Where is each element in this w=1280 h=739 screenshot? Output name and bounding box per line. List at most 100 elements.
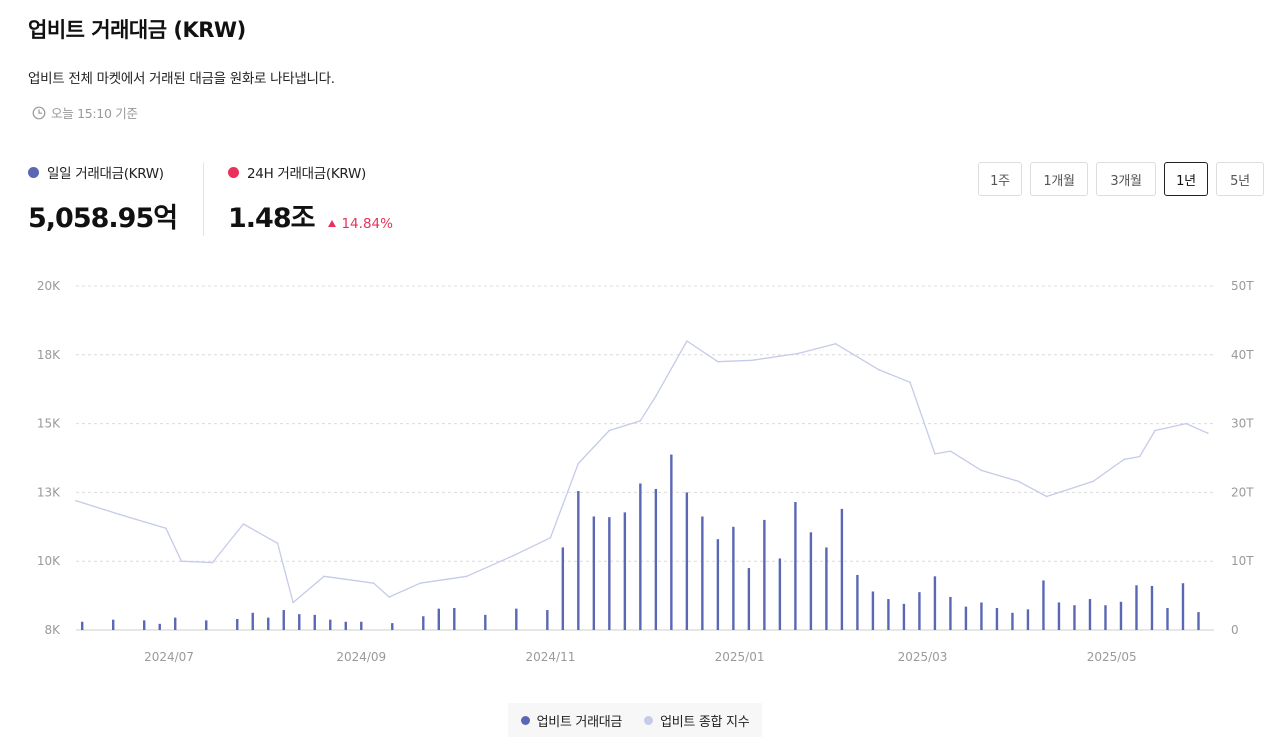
left-axis-tick-label: 13K — [37, 485, 61, 499]
legend-index-label: 업비트 종합 지수 — [660, 714, 750, 730]
volume-bar-3 — [158, 623, 161, 630]
clock-icon — [32, 106, 46, 119]
index-point-27 — [949, 450, 952, 452]
index-point-2 — [165, 527, 167, 529]
legend-index-dot — [644, 715, 654, 725]
x-axis-tick-label: 2025/01 — [715, 650, 765, 664]
index-point-31 — [1092, 480, 1094, 483]
volume-bar-53 — [1042, 580, 1045, 630]
x-axis-tick-label: 2024/07 — [144, 650, 194, 664]
index-point-26 — [934, 453, 936, 455]
index-point-13 — [512, 554, 515, 557]
volume-bar-41 — [856, 574, 859, 630]
index-point-20 — [717, 360, 719, 363]
page-title: 업비트 거래대금 (KRW) — [28, 18, 246, 42]
volume-bar-35 — [763, 519, 766, 630]
h24-volume-stat: 24H 거래대금(KRW) 1.48조 14.84% — [228, 162, 393, 235]
period-1y-button[interactable]: 1년 — [1164, 162, 1208, 196]
volume-bar-37 — [794, 502, 797, 630]
x-axis-tick-label: 2025/03 — [898, 650, 948, 664]
index-point-1 — [118, 513, 121, 516]
volume-bar-16 — [422, 616, 425, 630]
volume-bar-62 — [1181, 583, 1185, 630]
stat-divider — [203, 162, 204, 236]
volume-bar-1 — [112, 619, 115, 630]
index-point-10 — [388, 596, 390, 598]
volume-bar-5 — [205, 620, 208, 630]
left-axis-tick-label: 10K — [37, 554, 61, 568]
volume-bar-43 — [887, 599, 890, 630]
page-subtitle: 업비트 전체 마켓에서 거래된 대금을 원화로 나타냅니다. — [28, 71, 335, 87]
volume-bar-61 — [1166, 607, 1169, 630]
legend-item-index[interactable]: 업비트 종합 지수 — [644, 711, 750, 730]
volume-bar-60 — [1150, 585, 1154, 630]
volume-bar-23 — [577, 491, 580, 630]
index-point-7 — [292, 601, 294, 604]
index-series-line — [75, 340, 1209, 604]
right-axis-tick-label: 40T — [1231, 348, 1254, 362]
volume-bar-29 — [670, 454, 673, 630]
volume-bar-31 — [701, 516, 704, 630]
volume-bar-25 — [608, 517, 611, 630]
period-3m-button[interactable]: 3개월 — [1096, 162, 1156, 196]
index-point-25 — [909, 381, 911, 384]
up-triangle-icon — [328, 220, 337, 227]
volume-bar-51 — [1011, 612, 1014, 630]
h24-change-value: 14.84% — [341, 215, 393, 232]
volume-bar-15 — [391, 623, 394, 630]
chart-grid — [76, 285, 1214, 631]
volume-bar-32 — [716, 539, 720, 630]
volume-bar-7 — [251, 612, 254, 630]
volume-bar-59 — [1135, 585, 1138, 630]
right-axis-tick-label: 30T — [1231, 417, 1254, 431]
volume-bar-10 — [298, 614, 301, 630]
index-point-29 — [1017, 480, 1020, 483]
period-1w-button[interactable]: 1주 — [978, 162, 1022, 196]
volume-bar-0 — [81, 621, 84, 630]
period-selector: 1주 1개월 3개월 1년 5년 — [978, 162, 1264, 196]
volume-bar-34 — [747, 568, 751, 630]
index-point-11 — [419, 582, 421, 585]
volume-bar-4 — [174, 617, 177, 630]
volume-bar-63 — [1197, 612, 1200, 630]
daily-volume-value: 5,058.95억 — [28, 203, 178, 234]
volume-bar-17 — [437, 608, 440, 630]
volume-bar-27 — [639, 483, 642, 630]
index-point-28 — [980, 469, 983, 472]
right-axis-tick-label: 10T — [1231, 554, 1254, 568]
volume-bar-8 — [267, 617, 270, 630]
volume-bar-20 — [515, 608, 518, 630]
h24-volume-label: 24H 거래대금(KRW) — [247, 166, 366, 182]
index-point-30 — [1045, 495, 1048, 498]
daily-volume-dot — [28, 166, 39, 178]
index-point-33 — [1138, 455, 1141, 458]
index-point-35 — [1185, 422, 1187, 425]
index-point-15 — [577, 462, 580, 465]
index-line — [75, 340, 1209, 604]
volume-bar-49 — [980, 602, 983, 630]
h24-volume-dot — [228, 166, 239, 178]
x-axis-tick-label: 2025/05 — [1087, 650, 1137, 664]
volume-bar-46 — [933, 576, 937, 630]
volume-bar-19 — [484, 614, 487, 630]
volume-bar-2 — [143, 620, 146, 630]
volume-bar-36 — [778, 558, 782, 630]
index-point-12 — [465, 575, 468, 578]
as-of-timestamp: 오늘 15:10 기준 — [32, 103, 138, 122]
daily-volume-stat: 일일 거래대금(KRW) 5,058.95억 — [28, 162, 178, 235]
volume-bar-52 — [1026, 609, 1030, 630]
volume-bar-56 — [1088, 599, 1092, 630]
index-point-0 — [75, 499, 77, 502]
index-point-3 — [180, 560, 183, 562]
index-point-5 — [242, 523, 245, 525]
chart-legend: 업비트 거래대금 업비트 종합 지수 — [508, 703, 762, 737]
index-point-36 — [1206, 432, 1209, 435]
legend-item-volume[interactable]: 업비트 거래대금 — [520, 711, 622, 730]
volume-bar-54 — [1057, 602, 1061, 630]
index-point-22 — [797, 352, 800, 355]
period-1m-button[interactable]: 1개월 — [1030, 162, 1088, 196]
period-5y-button[interactable]: 5년 — [1216, 162, 1264, 196]
volume-bar-40 — [840, 508, 844, 630]
left-axis-tick-label: 20K — [37, 279, 61, 293]
index-point-24 — [878, 369, 880, 371]
